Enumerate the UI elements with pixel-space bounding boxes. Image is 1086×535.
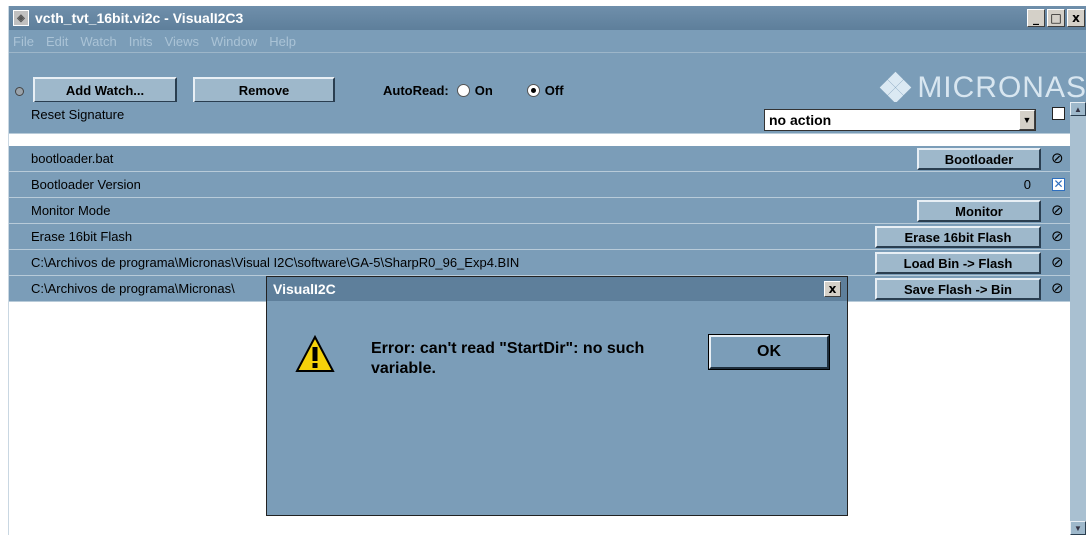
menu-bar: File Edit Watch Inits Views Window Help bbox=[9, 30, 1086, 52]
save-flash-bin-button[interactable]: Save Flash -> Bin bbox=[875, 278, 1041, 300]
row-label: C:\Archivos de programa\Micronas\ bbox=[31, 281, 235, 296]
menu-edit[interactable]: Edit bbox=[46, 34, 68, 49]
menu-inits[interactable]: Inits bbox=[129, 34, 153, 49]
ok-button[interactable]: OK bbox=[708, 334, 830, 370]
window-title: vcth_tvt_16bit.vi2c - VisualI2C3 bbox=[35, 10, 244, 26]
vertical-scrollbar[interactable]: ▲ ▼ bbox=[1070, 102, 1086, 535]
micronas-logo: MICRONAS bbox=[880, 71, 1086, 105]
maximize-button[interactable]: □ bbox=[1047, 9, 1065, 27]
row-label: C:\Archivos de programa\Micronas\Visual … bbox=[31, 255, 520, 270]
warning-icon bbox=[295, 335, 335, 372]
status-null-icon: ⊘ bbox=[1051, 149, 1064, 167]
error-dialog: VisualI2C x Error: can't read "StartDir"… bbox=[266, 276, 848, 516]
radio-selected-dot bbox=[530, 88, 536, 93]
row-load-bin: C:\Archivos de programa\Micronas\Visual … bbox=[9, 250, 1071, 276]
menu-file[interactable]: File bbox=[13, 34, 34, 49]
row-label: Monitor Mode bbox=[31, 203, 111, 218]
select-value: no action bbox=[769, 112, 832, 128]
erase-16bit-flash-button[interactable]: Erase 16bit Flash bbox=[875, 226, 1041, 248]
row-erase-flash: Erase 16bit Flash Erase 16bit Flash ⊘ bbox=[9, 224, 1071, 250]
scroll-down-icon[interactable]: ▼ bbox=[1070, 521, 1086, 535]
row-bootloader-bat: bootloader.bat Bootloader ⊘ bbox=[9, 146, 1071, 172]
dialog-close-button[interactable]: x bbox=[824, 281, 841, 297]
row-label: bootloader.bat bbox=[31, 151, 114, 166]
micronas-diamond-icon bbox=[880, 71, 912, 104]
chevron-down-icon[interactable]: ▼ bbox=[1019, 110, 1035, 130]
add-watch-button[interactable]: Add Watch... bbox=[33, 77, 177, 103]
autoread-off-label: Off bbox=[544, 83, 564, 98]
bootloader-button[interactable]: Bootloader bbox=[917, 148, 1041, 170]
app-icon[interactable]: ◈ bbox=[13, 10, 29, 26]
row-bootloader-version: Bootloader Version 0 ✕ bbox=[9, 172, 1071, 198]
status-null-icon: ⊘ bbox=[1051, 279, 1064, 297]
reset-signature-select[interactable]: no action ▼ bbox=[764, 109, 1036, 131]
menu-help[interactable]: Help bbox=[269, 34, 296, 49]
bootloader-version-value: 0 bbox=[1023, 177, 1031, 192]
row-label: Reset Signature bbox=[31, 107, 125, 122]
dialog-message: Error: can't read "StartDir": no such va… bbox=[371, 340, 645, 377]
bootloader-version-checkbox[interactable]: ✕ bbox=[1052, 178, 1065, 191]
autoread-on-label: On bbox=[474, 83, 493, 98]
dialog-title-bar[interactable]: VisualI2C x bbox=[267, 277, 847, 301]
autoread-label: AutoRead: bbox=[383, 83, 449, 98]
menu-window[interactable]: Window bbox=[211, 34, 257, 49]
row-reset-signature: Reset Signature no action ▼ bbox=[9, 102, 1071, 134]
status-led-icon bbox=[15, 87, 24, 96]
load-bin-flash-button[interactable]: Load Bin -> Flash bbox=[875, 252, 1041, 274]
reset-signature-checkbox[interactable] bbox=[1052, 107, 1065, 120]
menu-views[interactable]: Views bbox=[165, 34, 199, 49]
remove-button[interactable]: Remove bbox=[193, 77, 335, 103]
minimize-button[interactable]: _ bbox=[1027, 9, 1045, 27]
row-monitor-mode: Monitor Mode Monitor ⊘ bbox=[9, 198, 1071, 224]
window-controls: _ □ x bbox=[1027, 9, 1085, 27]
row-label: Erase 16bit Flash bbox=[31, 229, 133, 244]
autoread-group: AutoRead: On Off bbox=[383, 83, 564, 98]
row-label: Bootloader Version bbox=[31, 177, 141, 192]
title-bar[interactable]: ◈ vcth_tvt_16bit.vi2c - VisualI2C3 _ □ x bbox=[9, 6, 1086, 30]
monitor-button[interactable]: Monitor bbox=[917, 200, 1041, 222]
close-button[interactable]: x bbox=[1067, 9, 1085, 27]
scroll-up-icon[interactable]: ▲ bbox=[1070, 102, 1086, 116]
status-null-icon: ⊘ bbox=[1051, 253, 1064, 271]
status-null-icon: ⊘ bbox=[1051, 227, 1064, 245]
status-null-icon: ⊘ bbox=[1051, 201, 1064, 219]
menu-watch[interactable]: Watch bbox=[80, 34, 116, 49]
dialog-title: VisualI2C bbox=[273, 281, 336, 297]
autoread-on-radio[interactable] bbox=[456, 84, 470, 97]
logo-text: MICRONAS bbox=[917, 71, 1086, 104]
toolbar: Add Watch... Remove AutoRead: On Off MIC… bbox=[9, 52, 1086, 105]
autoread-off-radio[interactable] bbox=[526, 84, 540, 97]
